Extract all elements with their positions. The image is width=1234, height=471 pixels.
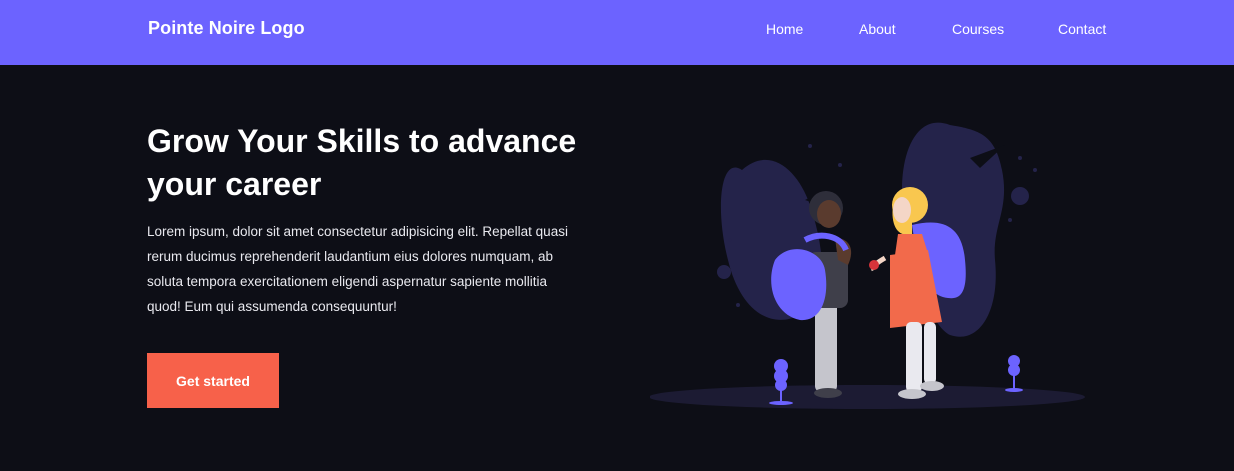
nav-link-courses[interactable]: Courses [952, 21, 1004, 37]
nav-link-home[interactable]: Home [766, 21, 803, 37]
nav-link-contact[interactable]: Contact [1058, 21, 1106, 37]
get-started-button[interactable]: Get started [147, 353, 279, 408]
students-illustration [650, 122, 1085, 409]
nav-link-about[interactable]: About [859, 21, 896, 37]
navbar: Pointe Noire Logo Home About Courses Con… [0, 0, 1234, 65]
hero-title: Grow Your Skills to advance your career [147, 123, 577, 202]
main-nav: Home About Courses Contact [0, 21, 1234, 41]
hero-description: Lorem ipsum, dolor sit amet consectetur … [147, 224, 568, 314]
